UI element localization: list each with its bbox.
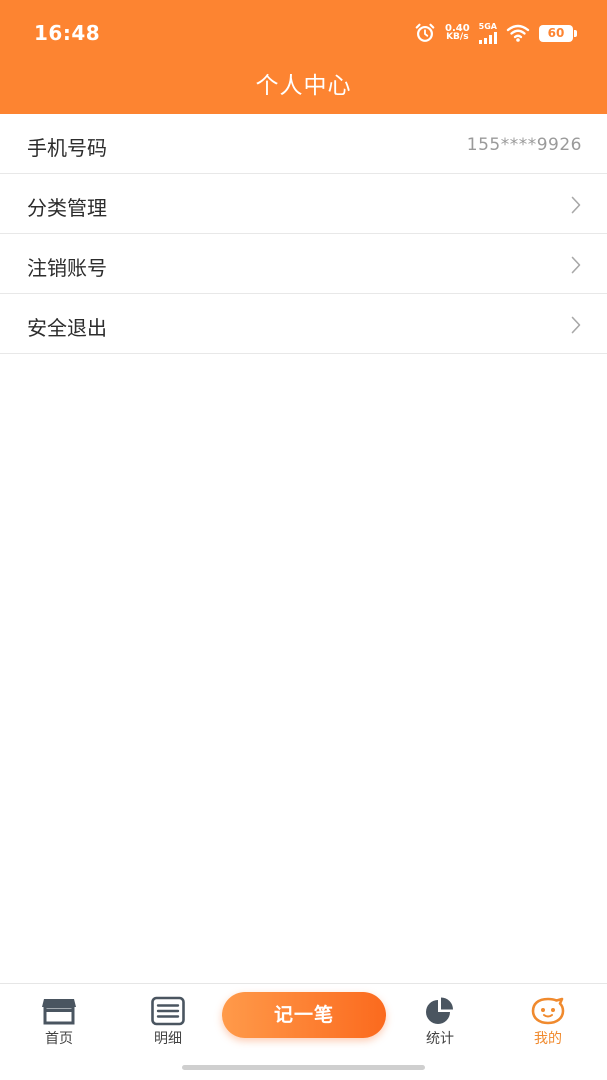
home-indicator bbox=[182, 1065, 425, 1070]
tab-mine[interactable]: 我的 bbox=[508, 996, 588, 1048]
chevron-right-icon bbox=[571, 256, 581, 274]
bottom-tab-bar: 首页 明细 记一笔 统计 我的 bbox=[0, 983, 607, 1080]
status-bar: 16:48 0.40 KB/s 5GA 60 bbox=[0, 0, 607, 64]
phone-number-label: 手机号码 bbox=[27, 136, 107, 160]
tab-home-label: 首页 bbox=[45, 1031, 73, 1047]
status-time: 16:48 bbox=[34, 21, 101, 45]
delete-account-row[interactable]: 注销账号 bbox=[0, 234, 607, 294]
record-entry-button[interactable]: 记一笔 bbox=[222, 992, 386, 1038]
alarm-icon bbox=[415, 23, 435, 42]
wifi-icon bbox=[506, 24, 530, 42]
pie-chart-icon bbox=[426, 997, 453, 1024]
net-speed-unit: KB/s bbox=[446, 32, 469, 42]
tab-mine-label: 我的 bbox=[534, 1031, 562, 1047]
chevron-right-icon bbox=[571, 196, 581, 214]
store-icon bbox=[42, 999, 76, 1025]
chevron-right-icon bbox=[571, 316, 581, 334]
tab-details-label: 明细 bbox=[154, 1031, 182, 1047]
settings-menu: 手机号码 155****9926 分类管理 注销账号 安全退出 bbox=[0, 114, 607, 354]
status-icons: 0.40 KB/s 5GA 60 bbox=[414, 20, 577, 46]
tab-details[interactable]: 明细 bbox=[128, 996, 208, 1048]
page-title: 个人中心 bbox=[255, 73, 352, 99]
smile-face-icon bbox=[531, 997, 565, 1025]
phone-number-row: 手机号码 155****9926 bbox=[0, 114, 607, 174]
logout-row[interactable]: 安全退出 bbox=[0, 294, 607, 354]
tab-stats-label: 统计 bbox=[426, 1031, 454, 1047]
tab-home[interactable]: 首页 bbox=[19, 996, 99, 1048]
network-type: 5GA bbox=[478, 21, 497, 31]
tab-stats[interactable]: 统计 bbox=[400, 996, 480, 1048]
signal-icon: 5GA bbox=[478, 21, 497, 44]
delete-account-label: 注销账号 bbox=[27, 256, 107, 280]
net-speed: 0.40 KB/s bbox=[445, 24, 470, 42]
list-icon bbox=[151, 996, 185, 1026]
phone-number-value: 155****9926 bbox=[466, 135, 582, 155]
category-management-row[interactable]: 分类管理 bbox=[0, 174, 607, 234]
header: 16:48 0.40 KB/s 5GA 60 个人中心 bbox=[0, 0, 607, 114]
logout-label: 安全退出 bbox=[27, 316, 107, 340]
battery-icon: 60 bbox=[539, 24, 577, 42]
category-management-label: 分类管理 bbox=[27, 196, 107, 220]
